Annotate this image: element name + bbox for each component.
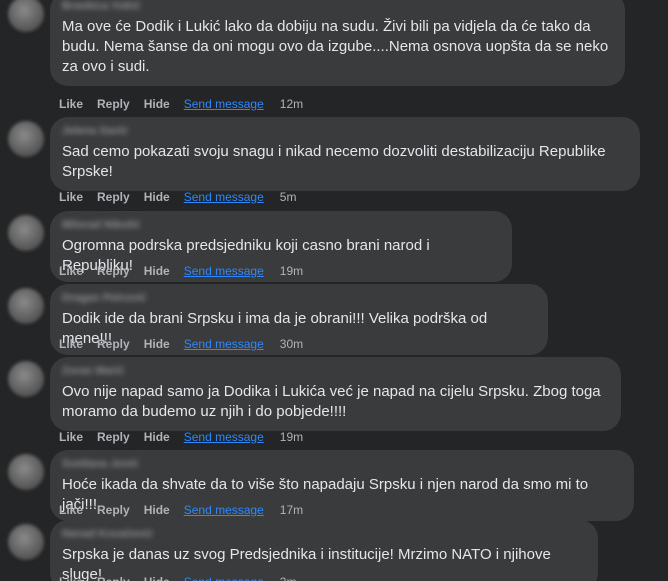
hide-button[interactable]: Hide (144, 337, 170, 351)
avatar[interactable] (8, 524, 44, 560)
send-message-link[interactable]: Send message (184, 337, 264, 351)
like-button[interactable]: Like (59, 337, 83, 351)
comment-bubble: Zoran Marić Ovo nije napad samo ja Dodik… (50, 357, 621, 431)
comment-actions: Like Reply Hide Send message 17m (59, 502, 317, 518)
comment-timestamp[interactable]: 17m (280, 503, 303, 517)
comment-timestamp[interactable]: 2m (280, 575, 297, 581)
comment-bubble: Jelena Savić Sad cemo pokazati svoju sna… (50, 117, 640, 191)
comment-bubble: Brankica Vukić Ma ove će Dodik i Lukić l… (50, 0, 625, 86)
reply-button[interactable]: Reply (97, 430, 130, 444)
comment-actions: Like Reply Hide Send message 30m (59, 336, 317, 352)
comment-bubble: Nenad Kovačević Srpska je danas uz svog … (50, 520, 598, 581)
comment-text: Ovo nije napad samo ja Dodika i Lukića v… (62, 383, 601, 420)
send-message-link[interactable]: Send message (184, 97, 264, 111)
comment-timestamp[interactable]: 19m (280, 264, 303, 278)
like-button[interactable]: Like (59, 430, 83, 444)
comment-timestamp[interactable]: 30m (280, 337, 303, 351)
comment-text: Ma ove će Dodik i Lukić lako da dobiju n… (62, 18, 609, 75)
comment-actions: Like Reply Hide Send message 5m (59, 189, 310, 205)
hide-button[interactable]: Hide (144, 575, 170, 581)
reply-button[interactable]: Reply (97, 264, 130, 278)
avatar[interactable] (8, 454, 44, 490)
avatar[interactable] (8, 0, 44, 32)
reply-button[interactable]: Reply (97, 503, 130, 517)
comment-text: Sad cemo pokazati svoju snagu i nikad ne… (62, 143, 606, 180)
comment-author[interactable]: Jelena Savić (62, 125, 628, 137)
comment-actions: Like Reply Hide Send message 12m (59, 96, 317, 112)
like-button[interactable]: Like (59, 575, 83, 581)
like-button[interactable]: Like (59, 264, 83, 278)
send-message-link[interactable]: Send message (184, 264, 264, 278)
hide-button[interactable]: Hide (144, 503, 170, 517)
comment-timestamp[interactable]: 5m (280, 190, 297, 204)
reply-button[interactable]: Reply (97, 337, 130, 351)
comment-author[interactable]: Milorad Nikolić (62, 219, 500, 231)
hide-button[interactable]: Hide (144, 430, 170, 444)
send-message-link[interactable]: Send message (184, 503, 264, 517)
hide-button[interactable]: Hide (144, 190, 170, 204)
hide-button[interactable]: Hide (144, 264, 170, 278)
avatar[interactable] (8, 361, 44, 397)
send-message-link[interactable]: Send message (184, 190, 264, 204)
comment-author[interactable]: Brankica Vukić (62, 0, 613, 12)
comment-actions: Like Reply Hide Send message 19m (59, 429, 317, 445)
avatar[interactable] (8, 121, 44, 157)
avatar[interactable] (8, 215, 44, 251)
comment-author[interactable]: Svetlana Jović (62, 458, 622, 470)
send-message-link[interactable]: Send message (184, 430, 264, 444)
comment-author[interactable]: Zoran Marić (62, 365, 609, 377)
comment-actions: Like Reply Hide Send message 2m (59, 574, 310, 581)
comments-feed: Brankica Vukić Ma ove će Dodik i Lukić l… (0, 0, 668, 581)
comment-timestamp[interactable]: 12m (280, 97, 303, 111)
reply-button[interactable]: Reply (97, 190, 130, 204)
like-button[interactable]: Like (59, 97, 83, 111)
comment-author[interactable]: Dragan Petrović (62, 292, 536, 304)
avatar[interactable] (8, 288, 44, 324)
comment-author[interactable]: Nenad Kovačević (62, 528, 586, 540)
like-button[interactable]: Like (59, 190, 83, 204)
hide-button[interactable]: Hide (144, 97, 170, 111)
comment-actions: Like Reply Hide Send message 19m (59, 263, 317, 279)
reply-button[interactable]: Reply (97, 575, 130, 581)
comment-timestamp[interactable]: 19m (280, 430, 303, 444)
like-button[interactable]: Like (59, 503, 83, 517)
send-message-link[interactable]: Send message (184, 575, 264, 581)
reply-button[interactable]: Reply (97, 97, 130, 111)
